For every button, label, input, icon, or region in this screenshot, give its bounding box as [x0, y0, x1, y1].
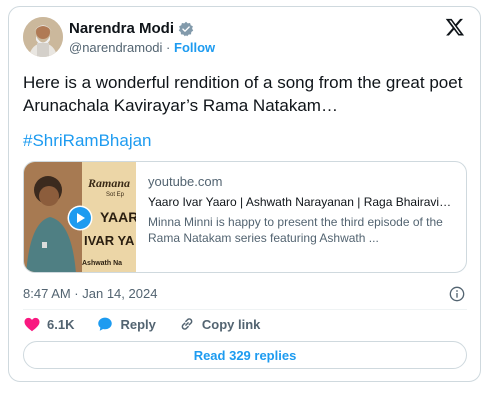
reply-label: Reply: [120, 316, 156, 332]
thumbnail-text-4: IVAR YA: [84, 233, 135, 248]
tweet-text: Here is a wonderful rendition of a song …: [23, 73, 463, 115]
divider: [23, 309, 467, 310]
link-preview-card[interactable]: Ramana Sot Ep YAAR IVAR YA Ashwath Na yo…: [23, 161, 467, 273]
x-logo-icon[interactable]: [445, 17, 465, 37]
video-thumbnail[interactable]: Ramana Sot Ep YAAR IVAR YA Ashwath Na: [24, 162, 136, 272]
copy-link-label: Copy link: [201, 316, 261, 332]
link-preview-body: youtube.com Yaaro Ivar Yaaro | Ashwath N…: [136, 162, 466, 272]
hashtag-link[interactable]: #ShriRamBhajan: [23, 131, 152, 151]
author-handle[interactable]: @narendramodi: [69, 40, 162, 55]
verified-badge-icon: [178, 21, 194, 36]
link-domain: youtube.com: [148, 174, 223, 189]
heart-icon: [24, 317, 40, 332]
like-button[interactable]: 6.1K: [23, 315, 74, 333]
tweet-timestamp[interactable]: 8:47 AM · Jan 14, 2024: [23, 286, 157, 301]
like-count: 6.1K: [47, 316, 75, 332]
info-icon[interactable]: [449, 286, 465, 302]
link-description: Minna Minni is happy to present the thir…: [148, 215, 443, 245]
tweet-card: Narendra Modi @narendramodi · Follow Her…: [8, 6, 481, 382]
avatar[interactable]: [23, 17, 63, 57]
author-name[interactable]: Narendra Modi: [69, 20, 174, 37]
link-icon: [181, 318, 193, 330]
play-icon[interactable]: [67, 205, 93, 231]
read-replies-button[interactable]: Read 329 replies: [23, 341, 467, 369]
link-title: Yaaro Ivar Yaaro | Ashwath Narayanan | R…: [148, 195, 452, 209]
copy-link-button[interactable]: Copy link: [178, 315, 261, 333]
thumbnail-text-5: Ashwath Na: [82, 260, 123, 267]
reply-button[interactable]: Reply: [96, 315, 156, 333]
thumbnail-text-2: Sot Ep: [106, 192, 125, 198]
handle-separator: ·: [166, 40, 171, 55]
action-bar: 6.1K Reply Copy link: [23, 315, 282, 333]
follow-button[interactable]: Follow: [174, 40, 215, 55]
author-handle-row: @narendramodi · Follow: [69, 40, 215, 55]
author-name-row: Narendra Modi: [69, 20, 194, 37]
thumbnail-text-1: Ramana: [88, 176, 131, 190]
thumbnail-text-3: YAAR: [100, 209, 136, 225]
reply-icon: [98, 317, 113, 331]
